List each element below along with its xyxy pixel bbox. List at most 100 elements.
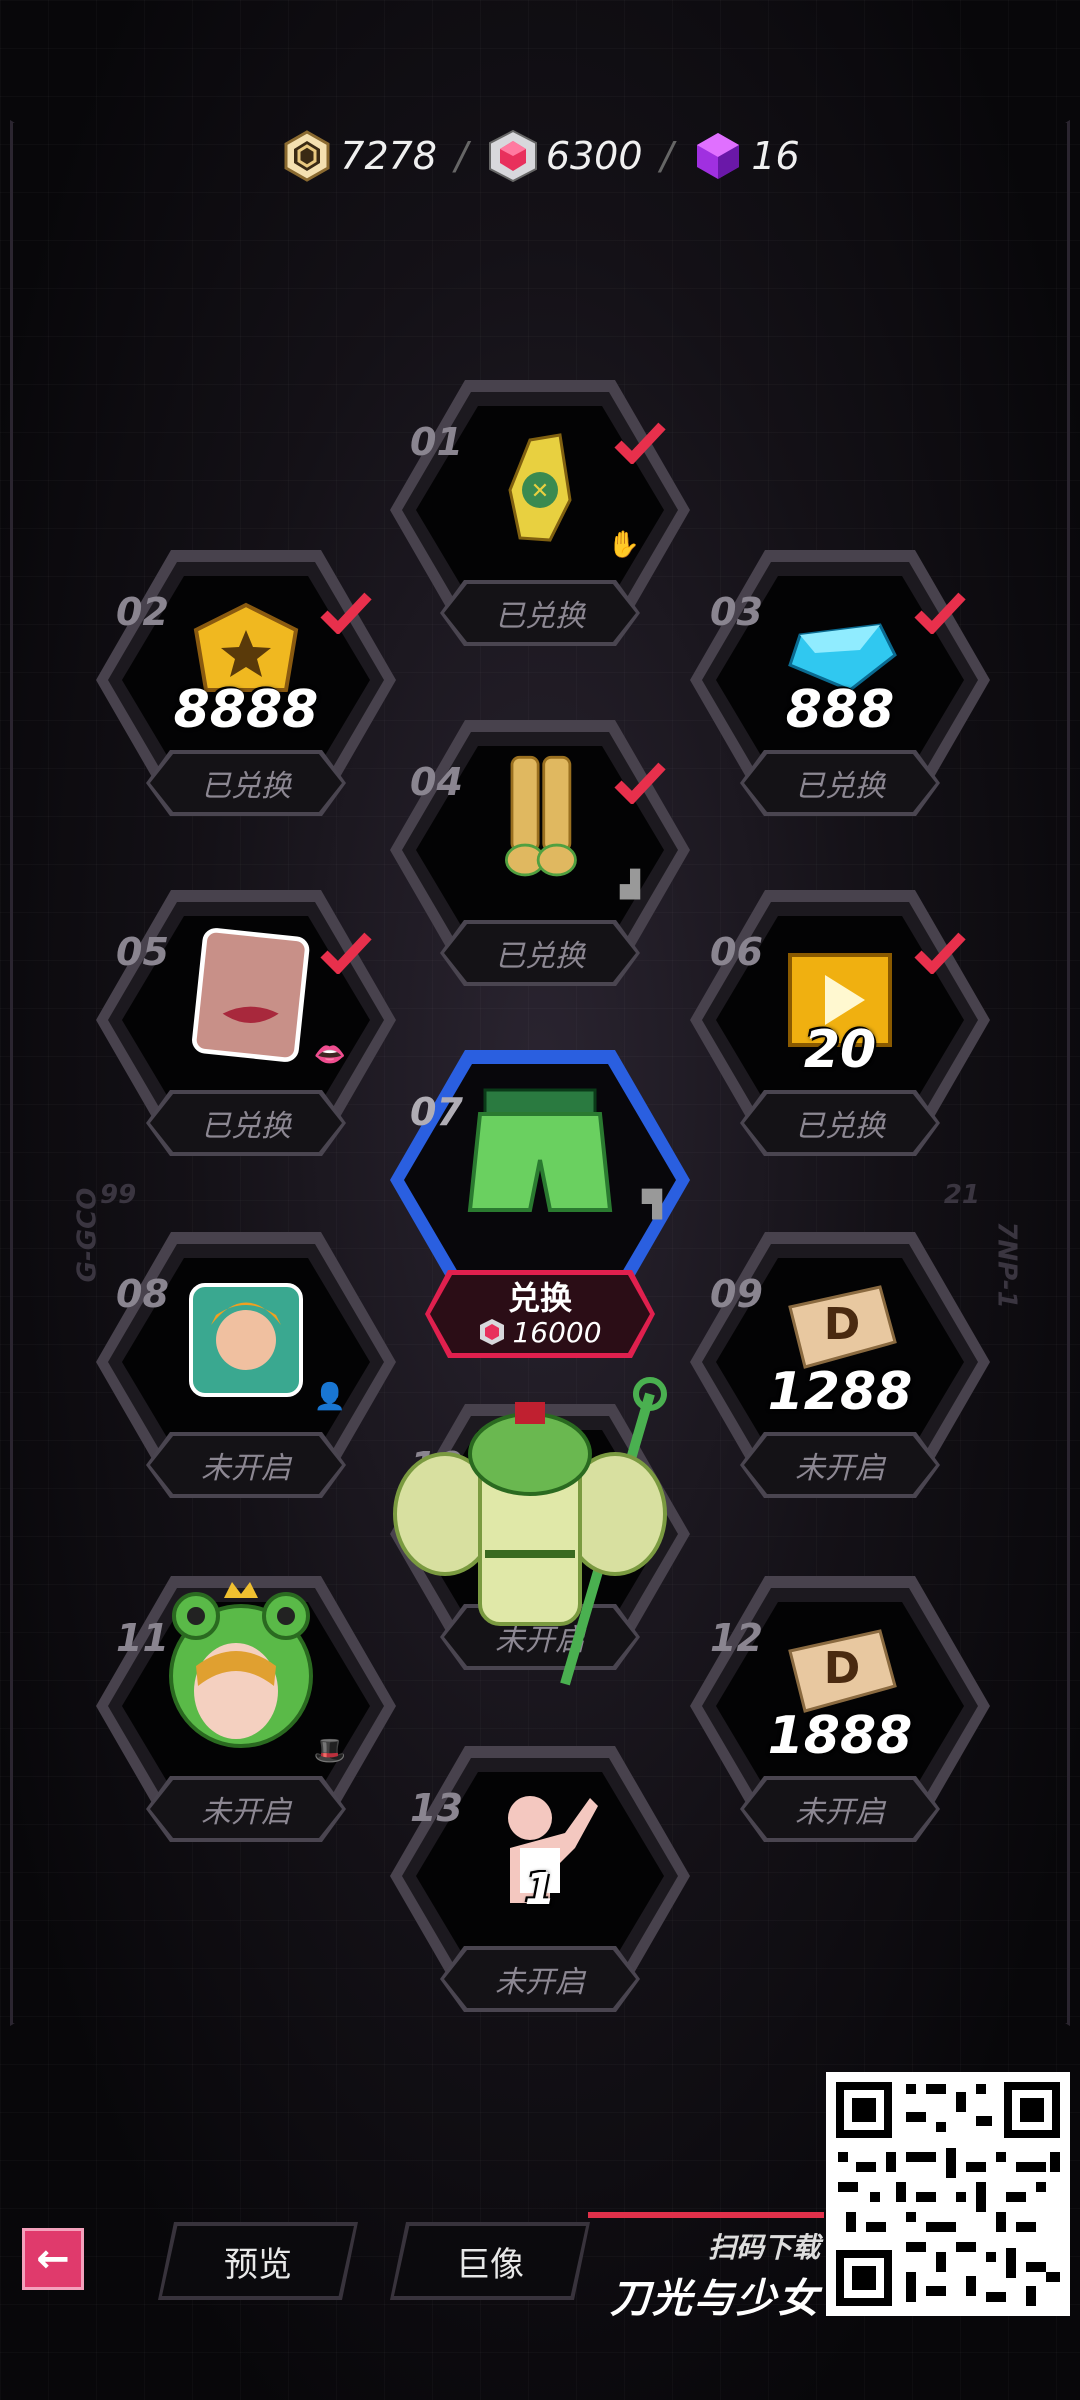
status-pill: 已兑换 xyxy=(440,920,640,986)
status-pill: 未开启 xyxy=(740,1776,940,1842)
claimed-check-icon xyxy=(320,592,372,634)
currency-cube[interactable]: 16 xyxy=(691,129,800,183)
reward-amount: 1 xyxy=(524,1864,556,1915)
reward-slot-13[interactable]: 13 1 未开启 xyxy=(390,1746,690,2046)
status-text: 已兑换 xyxy=(150,754,342,812)
reward-slot-05[interactable]: 05 👄 已兑换 xyxy=(96,890,396,1190)
slot-number: 04 xyxy=(410,760,463,804)
reward-slot-01[interactable]: 01 ✕ ✋ 已兑换 xyxy=(390,380,690,680)
shorts-icon xyxy=(467,1088,613,1212)
reward-slot-07-active[interactable]: 07 ▜ 兑换 16000 xyxy=(390,1050,690,1358)
slot-number: 03 xyxy=(710,590,763,634)
glove-icon: ✕ xyxy=(508,433,572,542)
reward-amount: 20 xyxy=(803,1020,877,1080)
svg-text:D: D xyxy=(824,1643,861,1694)
claimed-check-icon xyxy=(320,932,372,974)
avatar-frame-icon xyxy=(189,1283,303,1397)
avatar-type-icon: 👤 xyxy=(313,1382,346,1412)
reward-slot-03[interactable]: 03 888 已兑换 xyxy=(690,550,990,850)
glove-type-icon: ✋ xyxy=(607,530,640,560)
frog-outfit-icon xyxy=(393,1377,667,1686)
preview-tab-label: 预览 xyxy=(162,2226,354,2296)
slot-number: 02 xyxy=(116,590,169,634)
status-text: 未开启 xyxy=(744,1780,936,1838)
reward-slot-06[interactable]: 06 20 已兑换 xyxy=(690,890,990,1190)
status-pill: 已兑换 xyxy=(146,1090,346,1156)
red-crystal-icon xyxy=(488,129,537,183)
colossus-tab[interactable]: 巨像 xyxy=(390,2222,590,2300)
red-crystal-icon xyxy=(480,1319,505,1345)
reward-slot-10[interactable]: 10 未开启 xyxy=(390,1377,690,1704)
status-text: 未开启 xyxy=(150,1436,342,1494)
slot-number: 06 xyxy=(710,930,763,974)
currency-gold-value: 7278 xyxy=(340,134,437,178)
preview-tab[interactable]: 预览 xyxy=(158,2222,358,2300)
status-pill: 已兑换 xyxy=(146,750,346,816)
slot-number: 08 xyxy=(116,1272,169,1316)
redeem-cost-value: 16000 xyxy=(512,1315,602,1349)
colossus-tab-label: 巨像 xyxy=(394,2226,586,2296)
reward-amount: 1888 xyxy=(767,1706,913,1766)
currency-separator: / xyxy=(455,134,468,178)
hat-type-icon: 🎩 xyxy=(313,1736,346,1766)
redeem-cost: 16000 xyxy=(478,1315,602,1349)
claimed-check-icon xyxy=(614,422,666,464)
currency-crystal[interactable]: 6300 xyxy=(486,129,643,183)
claimed-check-icon xyxy=(614,762,666,804)
reward-slot-08[interactable]: 08 👤 未开启 xyxy=(96,1232,396,1532)
reward-slot-02[interactable]: 02 8888 已兑换 xyxy=(96,550,396,850)
currency-cube-value: 16 xyxy=(751,134,800,178)
claimed-check-icon xyxy=(914,592,966,634)
right-frame-decoration xyxy=(977,120,1070,2026)
svg-text:✕: ✕ xyxy=(531,479,549,504)
reward-amount: 888 xyxy=(785,680,895,740)
boots-type-icon: ▟ xyxy=(620,870,640,900)
qr-accent-line xyxy=(588,2212,824,2218)
status-pill: 已兑换 xyxy=(740,750,940,816)
frog-hat-icon xyxy=(169,1582,313,1748)
slot-number: 01 xyxy=(410,420,463,464)
status-pill: 已兑换 xyxy=(740,1090,940,1156)
status-pill: 未开启 xyxy=(740,1432,940,1498)
side-label-right: 7NP-1 xyxy=(991,1221,1022,1309)
qr-code[interactable] xyxy=(826,2072,1070,2316)
status-pill: 未开启 xyxy=(146,1776,346,1842)
status-text: 已兑换 xyxy=(444,924,636,982)
reward-amount: 1288 xyxy=(767,1362,913,1422)
reward-slot-09[interactable]: 09 D 1288 未开启 xyxy=(690,1232,990,1532)
status-text: 已兑换 xyxy=(744,754,936,812)
pants-type-icon: ▜ xyxy=(642,1190,662,1220)
back-button[interactable]: ← xyxy=(22,2228,84,2290)
status-text: 未开启 xyxy=(150,1780,342,1838)
slot-number: 12 xyxy=(710,1616,763,1660)
reward-slot-04[interactable]: 04 ▟ 已兑换 xyxy=(390,720,690,1020)
qr-caption: 扫码下载 xyxy=(707,2231,820,2264)
status-pill: 已兑换 xyxy=(440,580,640,646)
redeem-button[interactable]: 兑换 16000 xyxy=(425,1270,655,1358)
redeem-label: 兑换 xyxy=(507,1278,572,1317)
claimed-check-icon xyxy=(914,932,966,974)
status-text: 已兑换 xyxy=(150,1094,342,1152)
reward-slot-12[interactable]: 12 D 1888 未开启 xyxy=(690,1576,990,1876)
status-text: 未开启 xyxy=(744,1436,936,1494)
currency-bar: 7278 / 6300 / 16 xyxy=(0,120,1080,192)
svg-text:D: D xyxy=(824,1299,861,1350)
lips-icon xyxy=(192,928,310,1062)
purple-cube-icon xyxy=(697,133,740,179)
status-text: 已兑换 xyxy=(444,584,636,642)
slot-number: 05 xyxy=(116,930,169,974)
status-pill: 未开启 xyxy=(146,1432,346,1498)
currency-separator: / xyxy=(660,134,674,178)
currency-gold[interactable]: 7278 xyxy=(280,129,437,183)
left-frame-decoration xyxy=(10,120,103,2026)
slot-number: 09 xyxy=(710,1272,763,1316)
status-text: 已兑换 xyxy=(744,1094,936,1152)
qr-code-pattern xyxy=(836,2082,1060,2306)
reward-slot-11[interactable]: 11 🎩 未开启 xyxy=(96,1576,396,1876)
boots-icon xyxy=(505,755,577,877)
status-text: 未开启 xyxy=(444,1950,636,2008)
currency-crystal-value: 6300 xyxy=(545,134,643,178)
brand-logo: 刀光与少女 xyxy=(610,2276,820,2322)
status-pill: 未开启 xyxy=(440,1946,640,2012)
reward-amount: 8888 xyxy=(173,680,319,740)
